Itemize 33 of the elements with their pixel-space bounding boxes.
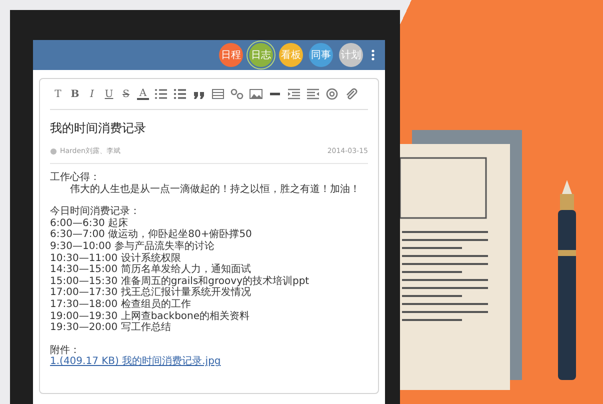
attachment-link[interactable]: 1.(409.17 KB) 我的时间消费记录.jpg [50,356,221,368]
format-button[interactable]: I [86,88,98,100]
outdent-icon[interactable] [306,88,320,100]
nav-tab[interactable]: 日程 [219,43,243,67]
format-button[interactable]: T [52,88,64,100]
nav-tab[interactable]: 同事 [309,43,333,67]
note-line: 17:30—18:00 检查组员的工作 [50,298,192,310]
note-title: 我的时间消费记录 [50,120,147,137]
section-heading: 今日时间消费记录： [50,206,141,218]
section-heading: 附件： [50,344,81,356]
more-icon[interactable] [371,49,375,61]
bullet-list-icon[interactable] [173,88,187,100]
note-line: 19:30—20:00 写工作总结 [50,322,172,334]
note-line: 19:00—19:30 上网查backbone的相关资料 [50,310,251,322]
paperclip-icon[interactable] [344,88,358,100]
format-button[interactable]: S [120,88,132,100]
image-icon[interactable] [249,88,263,100]
note-line: 15:00—15:30 准备周五的grails和groovy的技术培训ppt [50,276,310,287]
note-line: 10:30—11:00 设计系统权限 [50,252,182,264]
format-button[interactable]: U [103,88,115,100]
indent-icon[interactable] [287,88,301,100]
table-icon[interactable] [211,88,225,100]
note-line: 6:30—7:00 做运动，仰卧起坐80+俯卧撑50 [50,229,253,240]
user-icon [50,148,57,154]
note-line: 9:30—10:00 参与产品流失率的讨论 [50,240,216,252]
note-line: 17:00—17:30 找王总汇报计量系统开发情况 [50,287,252,298]
note-line: 14:30—15:00 简历名单发给人力，通知面试 [50,264,252,276]
note-line: 伟大的人生也是从一点一滴做起的！持之以恒，胜之有道！加油！ [69,184,361,196]
format-button[interactable]: A [137,88,149,100]
numbered-list-icon[interactable] [154,88,168,100]
section-heading: 工作心得： [50,172,101,184]
note-line: 6:00—6:30 起床 [50,218,128,229]
format-button[interactable]: B [69,88,81,100]
